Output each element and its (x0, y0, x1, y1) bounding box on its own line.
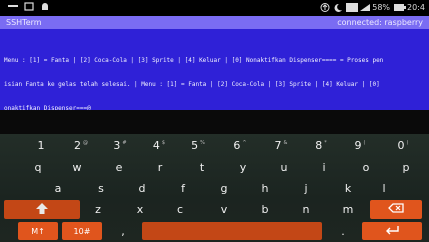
key-y[interactable]: y (225, 158, 261, 177)
space-bar[interactable] (142, 222, 322, 240)
signal-notch-icon (8, 2, 18, 11)
key-p[interactable]: p (388, 158, 424, 177)
keyboard-row-zxcv: z x c v b n m (0, 200, 429, 221)
battery-percent: 58% (372, 3, 391, 12)
clock: 20:4 (407, 3, 425, 12)
key-l[interactable]: l (366, 179, 402, 198)
android-icon (40, 2, 49, 11)
terminal-line: Menu : [1] = Fanta | [2] Coca-Cola | [3]… (4, 57, 384, 64)
key-8[interactable]: 8 * (303, 136, 339, 155)
app-title-bar: SSHTerm connected: raspberry (0, 16, 429, 29)
key-b[interactable]: b (247, 200, 283, 219)
soft-keyboard: 1 2 @ 3 # 4 $ 5% 6 ^ 7 & 8 * 9( 0) q w e r t y… (0, 134, 429, 242)
key-7[interactable]: 7 & (263, 136, 299, 155)
cell-signal-icon (359, 3, 371, 12)
key-k[interactable]: k (330, 179, 366, 198)
key-e[interactable]: e (101, 158, 137, 177)
key-x[interactable]: x (122, 200, 158, 219)
backspace-key[interactable] (370, 200, 422, 219)
key-2[interactable]: 2 @ (63, 136, 99, 155)
window-icon (24, 2, 34, 11)
terminal-output[interactable]: Menu : [1] = Fanta | [2] Coca-Cola | [3]… (0, 29, 429, 112)
mode-key[interactable]: M↑ (18, 222, 58, 240)
key-o[interactable]: o (348, 158, 384, 177)
keyboard-row-asdf: a s d f g h j k l (0, 179, 429, 200)
keyboard-bottom-row: M↑ 10# , . (0, 222, 429, 242)
enter-icon (384, 225, 400, 238)
terminal-line: isian Fanta ke gelas telah selesai. | Me… (4, 81, 380, 88)
key-j[interactable]: j (288, 179, 324, 198)
key-1[interactable]: 1 (24, 136, 60, 155)
key-i[interactable]: i (306, 158, 342, 177)
key-f[interactable]: f (165, 179, 201, 198)
key-t[interactable]: t (184, 158, 220, 177)
moon-icon (333, 3, 343, 12)
key-r[interactable]: r (142, 158, 178, 177)
key-s[interactable]: s (83, 179, 119, 198)
data-transfer-icon (320, 3, 330, 12)
key-d[interactable]: d (124, 179, 160, 198)
key-w[interactable]: w (59, 158, 95, 177)
battery-icon (394, 3, 407, 12)
key-5[interactable]: 5% (180, 136, 216, 155)
connection-status: connected: raspberry (337, 18, 423, 27)
key-n[interactable]: n (288, 200, 324, 219)
shift-key[interactable] (4, 200, 80, 219)
wifi-icon (346, 3, 359, 12)
key-a[interactable]: a (40, 179, 76, 198)
key-3[interactable]: 3 # (102, 136, 138, 155)
key-4[interactable]: 4 $ (141, 136, 177, 155)
enter-key[interactable] (362, 222, 422, 240)
key-6[interactable]: 6 ^ (222, 136, 258, 155)
symbols-key[interactable]: 10# (62, 222, 102, 240)
status-bar: 58% 20:4 (0, 0, 429, 16)
key-period[interactable]: . (328, 222, 358, 240)
key-g[interactable]: g (206, 179, 242, 198)
key-m[interactable]: m (330, 200, 366, 219)
key-9[interactable]: 9( (342, 136, 378, 155)
key-q[interactable]: q (20, 158, 56, 177)
backspace-icon (388, 203, 404, 216)
key-comma[interactable]: , (108, 222, 138, 240)
keyboard-divider (0, 110, 429, 134)
keyboard-number-row: 1 2 @ 3 # 4 $ 5% 6 ^ 7 & 8 * 9( 0) (0, 136, 429, 157)
key-v[interactable]: v (206, 200, 242, 219)
keyboard-row-qwerty: q w e r t y u i o p (0, 158, 429, 179)
key-c[interactable]: c (162, 200, 198, 219)
app-title: SSHTerm (6, 18, 42, 27)
key-z[interactable]: z (80, 200, 116, 219)
key-h[interactable]: h (247, 179, 283, 198)
key-u[interactable]: u (266, 158, 302, 177)
key-0[interactable]: 0) (385, 136, 421, 155)
shift-icon (36, 202, 48, 217)
